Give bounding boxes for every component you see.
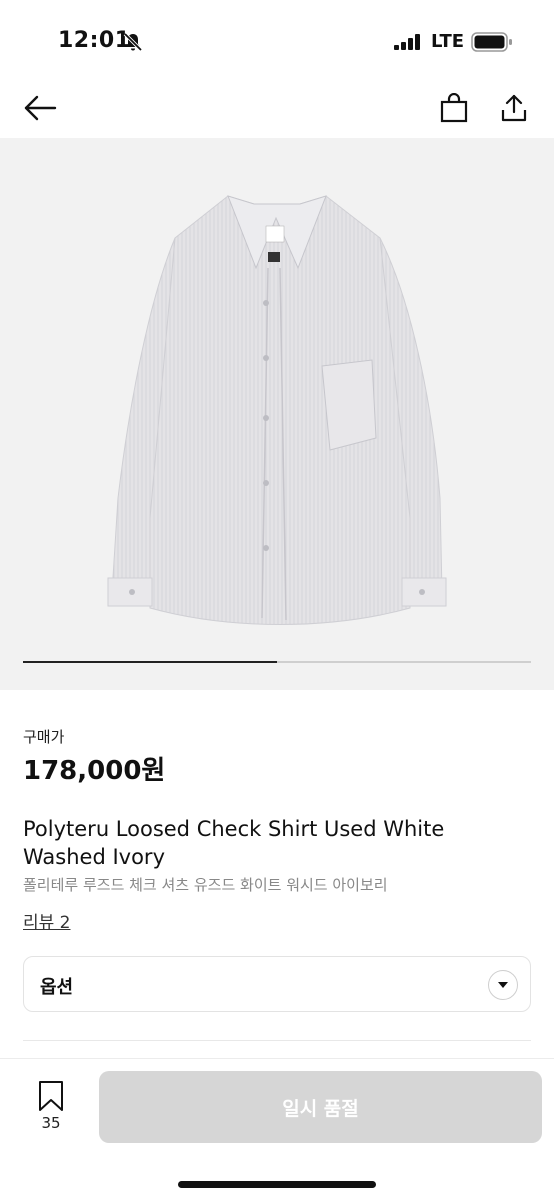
review-link[interactable]: 리뷰 2 [23, 908, 71, 933]
option-dropdown-button[interactable] [488, 970, 518, 1000]
bookmark-count: 35 [41, 1114, 61, 1132]
section-divider [23, 1040, 531, 1041]
share-icon [501, 94, 527, 122]
home-indicator [178, 1181, 376, 1188]
option-select[interactable]: 옵션 [23, 956, 531, 1012]
signal-icon [394, 34, 420, 50]
nav-bar [0, 80, 554, 138]
product-image [107, 195, 447, 625]
product-subtitle: 폴리테루 루즈드 체크 셔츠 유즈드 화이트 워시드 아이보리 [23, 876, 388, 894]
gallery-progress-fill [23, 661, 277, 663]
cart-button[interactable] [434, 88, 474, 128]
product-image-gallery[interactable] [0, 138, 554, 690]
sold-out-button[interactable]: 일시 품절 [99, 1071, 542, 1143]
product-title: Polyteru Loosed Check Shirt Used White W… [23, 817, 445, 869]
bookmark-button[interactable]: 35 [28, 1078, 74, 1134]
status-time: 12:01 [58, 28, 131, 53]
price-value: 178,000원 [23, 756, 166, 786]
shopping-bag-icon [440, 93, 468, 123]
gallery-progress-track [23, 661, 531, 663]
status-bar: 12:01 LTE [0, 0, 554, 80]
option-label: 옵션 [40, 977, 74, 998]
price-label: 구매가 [23, 728, 65, 746]
bell-slash-icon [123, 32, 143, 52]
back-button[interactable] [20, 88, 60, 128]
network-label: LTE [431, 31, 465, 52]
chevron-down-icon [498, 982, 508, 988]
share-button[interactable] [494, 88, 534, 128]
bookmark-icon [39, 1081, 63, 1111]
arrow-left-icon [24, 95, 57, 121]
battery-icon [471, 32, 512, 52]
bottom-bar-divider [0, 1058, 554, 1059]
